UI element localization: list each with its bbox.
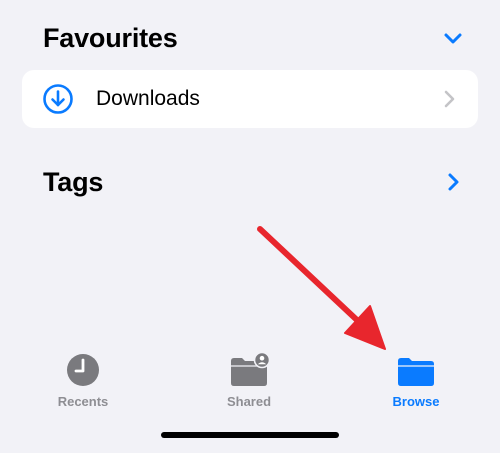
tab-label: Shared	[226, 394, 272, 409]
tab-label: Browse	[392, 394, 440, 409]
chevron-right-icon[interactable]	[443, 172, 463, 192]
shared-folder-icon	[231, 353, 269, 386]
favourites-header[interactable]: Favourites	[43, 18, 463, 58]
tab-label: Recents	[57, 394, 109, 409]
clock-icon	[67, 354, 99, 386]
list-item-downloads[interactable]: Downloads	[22, 70, 478, 128]
chevron-right-icon	[444, 90, 455, 108]
download-circle-icon	[43, 84, 73, 114]
tab-recents[interactable]: Recents	[23, 348, 143, 418]
tags-header[interactable]: Tags	[43, 162, 463, 202]
folder-icon	[398, 358, 434, 386]
tags-title: Tags	[43, 167, 104, 197]
home-indicator[interactable]	[161, 432, 339, 438]
favourites-title: Favourites	[43, 23, 178, 53]
list-item-label: Downloads	[96, 87, 200, 110]
favourites-list: Downloads	[22, 70, 478, 128]
tab-shared[interactable]: Shared	[189, 348, 309, 418]
chevron-down-icon[interactable]	[443, 28, 463, 48]
tab-browse[interactable]: Browse	[356, 348, 476, 418]
